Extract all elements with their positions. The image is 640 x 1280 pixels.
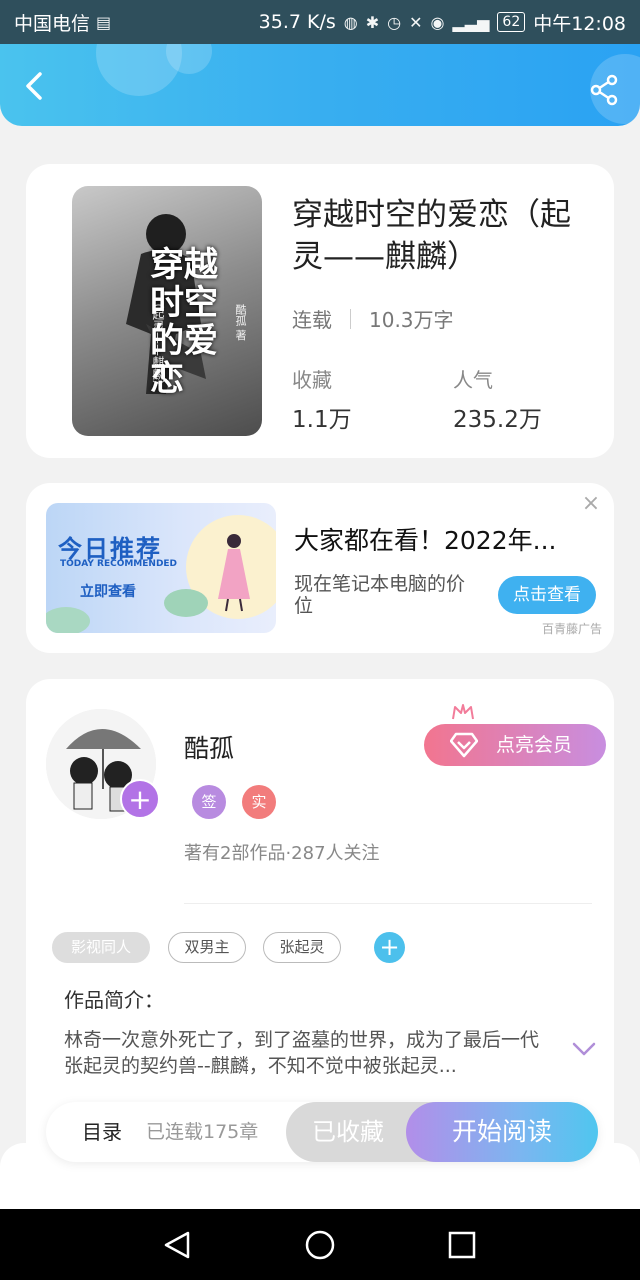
tag-character[interactable]: 张起灵 [263, 932, 341, 963]
clock: 中午12:08 [533, 12, 626, 35]
book-title: 穿越时空的爱恋（起灵——麒麟） [292, 197, 571, 275]
crown-icon [452, 704, 474, 720]
status-bar: 中国电信 ▤ 35.7 K/s ◍ ✱ ◷ ✕ ◉ ▂▃▅ 62 中午12:08 [0, 0, 640, 44]
ad-card[interactable]: 今日推荐 TODAY RECOMMENDED 立即查看 × 大家都在看！2022… [26, 483, 614, 653]
close-icon: × [581, 491, 601, 516]
ad-source-label: 百青藤广告 [541, 622, 602, 636]
follow-author-button[interactable]: + [120, 779, 160, 819]
ad-close-button[interactable]: × [580, 493, 602, 515]
book-cover[interactable]: 穿越时空的爱恋 （起灵——麒麟） 酷孤 著 [72, 186, 262, 436]
diamond-icon [450, 732, 478, 758]
favorites-label: 收藏 [292, 368, 332, 392]
book-word-count: 10.3万字 [369, 308, 454, 332]
tag-genre[interactable]: 影视同人 [52, 932, 150, 963]
chevron-left-icon [26, 72, 42, 100]
book-meta: 连载 10.3万字 [292, 304, 454, 333]
share-button[interactable] [588, 74, 620, 106]
cover-author: 酷孤 著 [234, 304, 247, 341]
start-reading-button[interactable]: 开始阅读 [406, 1102, 598, 1162]
bluetooth-icon: ✱ [365, 12, 380, 32]
back-button[interactable] [18, 68, 54, 104]
mute-icon: ✕ [409, 12, 423, 32]
book-status: 连载 [292, 308, 332, 332]
system-nav-bar [0, 1209, 640, 1280]
chevron-down-icon[interactable] [572, 1041, 596, 1057]
popularity-value: 235.2万 [453, 407, 542, 433]
ad-image[interactable]: 今日推荐 TODAY RECOMMENDED 立即查看 [46, 503, 276, 633]
ad-description: 现在笔记本电脑的价位 [294, 573, 466, 617]
action-bar: 目录 已连载175章 已收藏 开始阅读 [46, 1102, 598, 1162]
vip-button[interactable]: 点亮会员 [424, 724, 606, 766]
book-info-card: 穿越时空的爱恋 （起灵——麒麟） 酷孤 著 穿越时空的爱恋（起灵——麒麟） 连载… [26, 164, 614, 458]
intro-title: 作品简介： [64, 988, 164, 1012]
battery-indicator: 62 [497, 12, 526, 32]
toc-button[interactable]: 目录 [82, 1102, 122, 1162]
plus-icon: + [128, 783, 152, 816]
eye-icon: ◉ [430, 12, 445, 32]
signal-icon: ▂▃▅ [452, 12, 490, 32]
recents-square-icon[interactable] [446, 1229, 478, 1261]
intro-text[interactable]: 林奇一次意外死亡了，到了盗墓的世界，成为了最后一代张起灵的契约兽--麒麟，不知不… [64, 1027, 544, 1079]
author-stats: 著有2部作品·287人关注 [184, 843, 380, 864]
add-tag-button[interactable]: + [374, 932, 405, 963]
ad-image-cta: 立即查看 [80, 584, 136, 600]
meta-divider [350, 308, 351, 329]
top-header [0, 44, 640, 126]
plus-icon: + [379, 933, 400, 961]
tag-double-male[interactable]: 双男主 [168, 932, 246, 963]
share-icon [590, 74, 618, 106]
ad-view-button[interactable]: 点击查看 [498, 576, 596, 614]
favorites-value: 1.1万 [292, 407, 352, 433]
back-triangle-icon[interactable] [162, 1229, 194, 1261]
network-speed: 35.7 K/s [258, 11, 336, 33]
signed-badge: 签 [192, 785, 226, 819]
verified-badge: 实 [242, 785, 276, 819]
chapter-count[interactable]: 已连载175章 [146, 1102, 258, 1162]
ad-title[interactable]: 大家都在看！2022年... [294, 521, 574, 557]
carrier-label: 中国电信 [14, 12, 91, 35]
ad-image-subtitle: TODAY RECOMMENDED [60, 559, 178, 569]
author-name[interactable]: 酷孤 [184, 729, 234, 765]
vip-button-label: 点亮会员 [496, 734, 573, 756]
cover-subtitle: （起灵——麒麟） [151, 296, 165, 392]
popularity-label: 人气 [453, 368, 493, 392]
hd-icon: ◍ [343, 12, 358, 32]
home-circle-icon[interactable] [304, 1229, 336, 1261]
signal-chart-icon: ▤ [96, 12, 112, 32]
alarm-icon: ◷ [387, 12, 402, 32]
divider [184, 903, 592, 904]
